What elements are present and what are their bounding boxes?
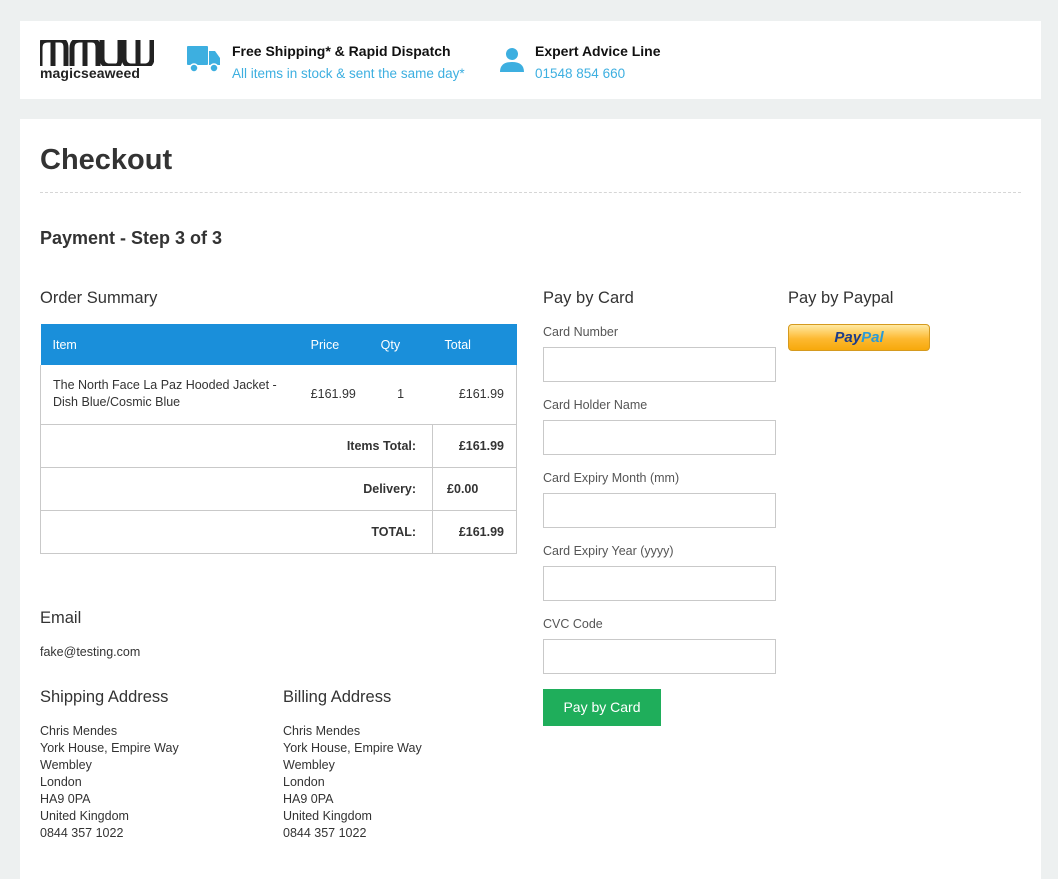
- items-total-value: £161.99: [432, 424, 517, 468]
- items-total-row: Items Total: £161.99: [39, 424, 517, 468]
- step-title: Payment - Step 3 of 3: [40, 228, 223, 248]
- advice-phone-link[interactable]: 01548 854 660: [535, 65, 625, 82]
- address-line: United Kingdom: [40, 809, 129, 823]
- address-line: York House, Empire Way: [40, 741, 179, 755]
- delivery-value: £0.00: [432, 466, 517, 511]
- address-line: Chris Mendes: [283, 724, 361, 738]
- address-line: HA9 0PA: [40, 792, 91, 806]
- address-line: York House, Empire Way: [283, 741, 422, 755]
- email-heading: Email: [40, 609, 82, 627]
- billing-address-heading: Billing Address: [283, 688, 392, 706]
- delivery-row: Delivery: £0.00: [39, 466, 517, 511]
- item-qty: 1: [368, 365, 433, 425]
- address-line: HA9 0PA: [283, 792, 334, 806]
- address-line: 0844 357 1022: [283, 826, 367, 840]
- pay-by-card-button[interactable]: Pay by Card: [543, 689, 661, 726]
- shipping-address: Chris Mendes York House, Empire Way Wemb…: [40, 723, 179, 842]
- card-number-label: Card Number: [543, 325, 619, 339]
- cvc-input[interactable]: [543, 639, 776, 674]
- email-value: fake@testing.com: [40, 645, 141, 659]
- expiry-month-input[interactable]: [543, 493, 776, 528]
- paypal-text-pay: Pay: [834, 329, 862, 346]
- table-row: The North Face La Paz Hooded Jacket - Di…: [39, 365, 517, 425]
- page-title: Checkout: [40, 144, 173, 176]
- expiry-year-label: Card Expiry Year (yyyy): [543, 544, 674, 558]
- grand-total-value: £161.99: [432, 509, 517, 554]
- logo-wordmark: magicseaweed: [40, 65, 141, 81]
- card-holder-input[interactable]: [543, 420, 776, 455]
- shipping-subtitle[interactable]: All items in stock & sent the same day*: [232, 65, 465, 82]
- address-line: Chris Mendes: [40, 724, 118, 738]
- magicseaweed-logo[interactable]: magicseaweed: [40, 40, 154, 80]
- col-total: Total: [432, 324, 517, 365]
- items-total-label: Items Total:: [39, 424, 434, 468]
- col-qty: Qty: [368, 324, 433, 365]
- item-price: £161.99: [298, 365, 369, 425]
- delivery-label: Delivery:: [39, 466, 434, 511]
- title-divider: [40, 192, 1021, 193]
- item-name[interactable]: The North Face La Paz Hooded Jacket - Di…: [39, 365, 299, 425]
- site-header: magicseaweed Free Shipping* & Rapid Disp…: [20, 21, 1041, 99]
- truck-icon: [187, 46, 220, 73]
- expiry-month-label: Card Expiry Month (mm): [543, 471, 680, 485]
- pay-by-card-heading: Pay by Card: [543, 289, 634, 307]
- address-line: Wembley: [40, 758, 92, 772]
- advice-title: Expert Advice Line: [535, 43, 661, 59]
- paypal-text-pal: Pal: [861, 329, 884, 346]
- shipping-address-heading: Shipping Address: [40, 688, 169, 706]
- order-summary-table: Item Price Qty Total The North Face La P…: [39, 324, 517, 554]
- card-number-input[interactable]: [543, 347, 776, 382]
- address-line: United Kingdom: [283, 809, 372, 823]
- address-line: London: [40, 775, 82, 789]
- person-icon: [500, 48, 524, 72]
- checkout-panel: Checkout Payment - Step 3 of 3 Order Sum…: [20, 119, 1041, 879]
- paypal-button[interactable]: PayPal: [788, 324, 930, 351]
- expiry-year-input[interactable]: [543, 566, 776, 601]
- grand-total-label: TOTAL:: [39, 509, 434, 554]
- address-line: 0844 357 1022: [40, 826, 124, 840]
- col-price: Price: [298, 324, 369, 365]
- address-line: Wembley: [283, 758, 335, 772]
- table-header-row: Item Price Qty Total: [40, 324, 517, 365]
- billing-address: Chris Mendes York House, Empire Way Wemb…: [283, 723, 422, 842]
- col-item: Item: [40, 324, 299, 365]
- cvc-label: CVC Code: [543, 617, 603, 631]
- grand-total-row: TOTAL: £161.99: [39, 509, 517, 554]
- order-summary-heading: Order Summary: [40, 289, 158, 307]
- card-holder-label: Card Holder Name: [543, 398, 648, 412]
- shipping-title: Free Shipping* & Rapid Dispatch: [232, 43, 451, 59]
- pay-by-paypal-heading: Pay by Paypal: [788, 289, 894, 307]
- address-line: London: [283, 775, 325, 789]
- item-total: £161.99: [432, 365, 517, 425]
- logo-mark-icon: [40, 40, 154, 66]
